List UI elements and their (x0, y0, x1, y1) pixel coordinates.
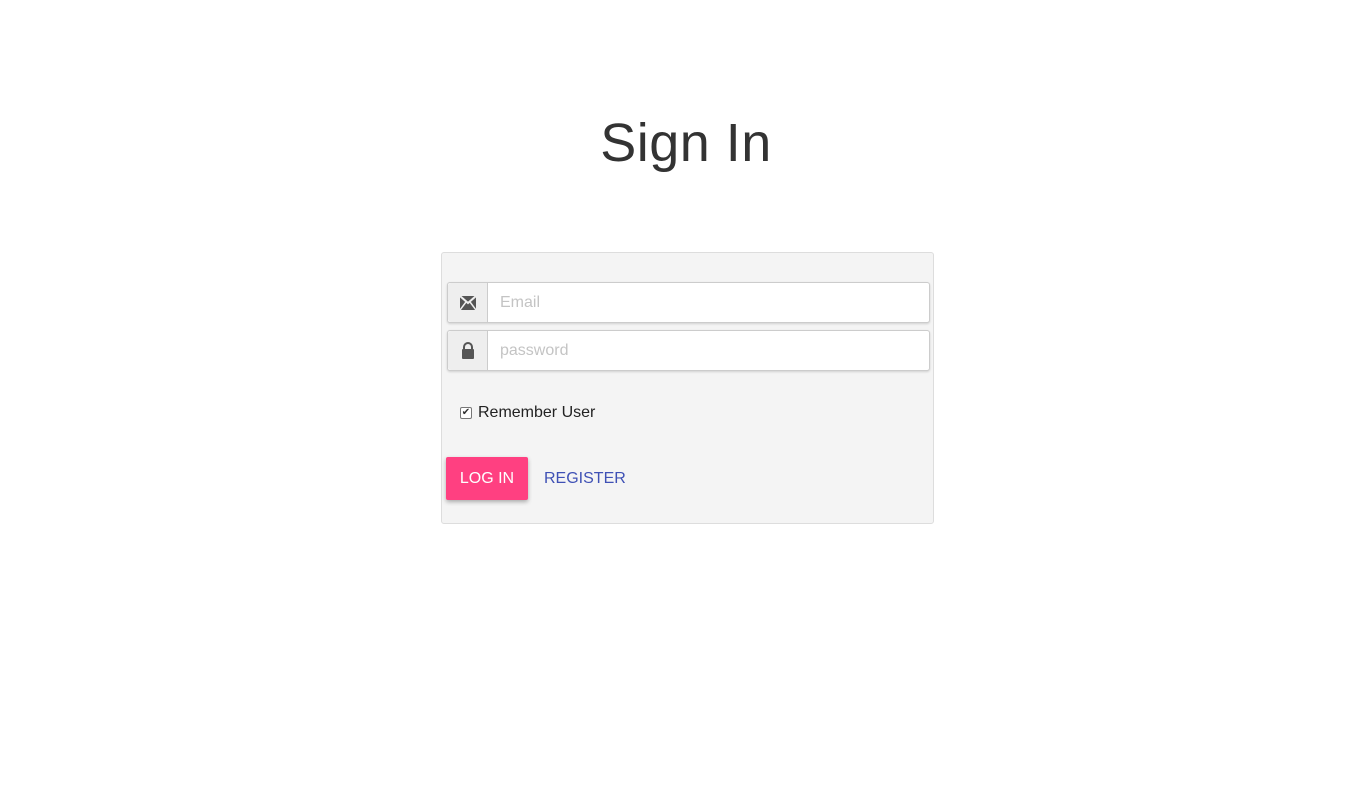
login-button[interactable]: LOG IN (446, 457, 528, 500)
remember-user-checkbox[interactable]: ✔ (460, 407, 472, 419)
remember-user: ✔ Remember User (460, 404, 595, 422)
lock-icon (448, 331, 488, 370)
login-panel: ✔ Remember User LOG IN REGISTER (441, 252, 934, 524)
password-input-group (447, 330, 930, 371)
page-title: Sign In (600, 113, 772, 173)
email-field[interactable] (488, 283, 929, 322)
remember-user-label: Remember User (478, 404, 596, 421)
register-link[interactable]: REGISTER (544, 457, 626, 500)
envelope-icon (448, 283, 488, 322)
email-input-group (447, 282, 930, 323)
sign-in-page: Sign In ✔ Rem (0, 0, 1372, 792)
password-field[interactable] (488, 331, 929, 370)
